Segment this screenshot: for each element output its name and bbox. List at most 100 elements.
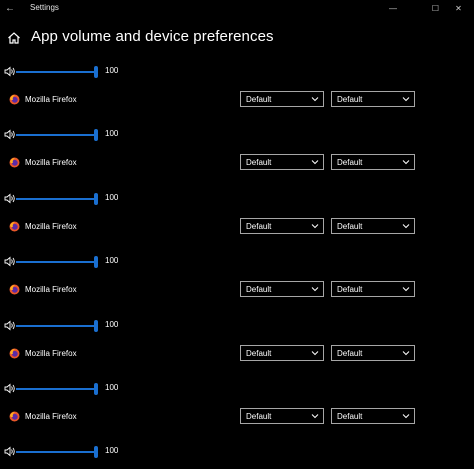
app-row: Mozilla Firefox Default Default bbox=[0, 345, 474, 363]
volume-value: 100 bbox=[105, 446, 119, 455]
speaker-icon[interactable] bbox=[4, 256, 16, 267]
output-device-dropdown[interactable]: Default bbox=[240, 281, 324, 297]
output-device-dropdown[interactable]: Default bbox=[240, 91, 324, 107]
chevron-down-icon bbox=[402, 97, 410, 102]
input-device-dropdown[interactable]: Default bbox=[331, 91, 415, 107]
page-title: App volume and device preferences bbox=[31, 28, 274, 45]
minimize-icon: — bbox=[389, 4, 397, 13]
speaker-icon[interactable] bbox=[4, 446, 16, 457]
output-device-value: Default bbox=[246, 95, 272, 104]
volume-slider-thumb[interactable] bbox=[94, 193, 98, 205]
chevron-down-icon bbox=[402, 160, 410, 165]
input-device-dropdown[interactable]: Default bbox=[331, 281, 415, 297]
volume-slider-thumb[interactable] bbox=[94, 256, 98, 268]
volume-value: 100 bbox=[105, 66, 119, 75]
input-device-dropdown[interactable]: Default bbox=[331, 408, 415, 424]
app-name: Mozilla Firefox bbox=[25, 95, 77, 104]
volume-row: 100 bbox=[0, 445, 140, 459]
volume-value: 100 bbox=[105, 193, 119, 202]
chevron-down-icon bbox=[311, 160, 319, 165]
firefox-icon bbox=[9, 411, 20, 422]
back-arrow-icon: ← bbox=[5, 3, 15, 14]
speaker-icon[interactable] bbox=[4, 129, 16, 140]
volume-slider-thumb[interactable] bbox=[94, 129, 98, 141]
volume-row: 100 bbox=[0, 319, 140, 333]
volume-value: 100 bbox=[105, 256, 119, 265]
minimize-button[interactable]: — bbox=[377, 0, 409, 17]
volume-slider-thumb[interactable] bbox=[94, 320, 98, 332]
chevron-down-icon bbox=[402, 414, 410, 419]
volume-row: 100 bbox=[0, 65, 140, 79]
input-device-value: Default bbox=[337, 285, 363, 294]
volume-slider-thumb[interactable] bbox=[94, 383, 98, 395]
app-name: Mozilla Firefox bbox=[25, 158, 77, 167]
chevron-down-icon bbox=[311, 224, 319, 229]
volume-value: 100 bbox=[105, 320, 119, 329]
volume-slider[interactable] bbox=[16, 451, 96, 453]
volume-row: 100 bbox=[0, 128, 140, 142]
app-row: Mozilla Firefox Default Default bbox=[0, 91, 474, 109]
volume-slider[interactable] bbox=[16, 325, 96, 327]
volume-slider[interactable] bbox=[16, 198, 96, 200]
input-device-value: Default bbox=[337, 222, 363, 231]
volume-row: 100 bbox=[0, 192, 140, 206]
settings-window: ← Settings — ☐ ✕ App volume and device p… bbox=[0, 0, 474, 469]
output-device-dropdown[interactable]: Default bbox=[240, 154, 324, 170]
input-device-dropdown[interactable]: Default bbox=[331, 218, 415, 234]
firefox-icon bbox=[9, 157, 20, 168]
volume-slider-thumb[interactable] bbox=[94, 66, 98, 78]
output-device-dropdown[interactable]: Default bbox=[240, 218, 324, 234]
app-row: Mozilla Firefox Default Default bbox=[0, 281, 474, 299]
output-device-dropdown[interactable]: Default bbox=[240, 408, 324, 424]
volume-slider[interactable] bbox=[16, 71, 96, 73]
close-icon: ✕ bbox=[455, 4, 462, 13]
title-bar: ← Settings — ☐ ✕ bbox=[0, 0, 474, 17]
output-device-value: Default bbox=[246, 222, 272, 231]
app-row: Mozilla Firefox Default Default bbox=[0, 154, 474, 172]
volume-value: 100 bbox=[105, 383, 119, 392]
chevron-down-icon bbox=[311, 97, 319, 102]
input-device-value: Default bbox=[337, 95, 363, 104]
output-device-value: Default bbox=[246, 349, 272, 358]
maximize-button[interactable]: ☐ bbox=[428, 0, 443, 17]
home-icon[interactable] bbox=[7, 31, 21, 45]
firefox-icon bbox=[9, 348, 20, 359]
output-device-value: Default bbox=[246, 158, 272, 167]
app-name: Mozilla Firefox bbox=[25, 412, 77, 421]
volume-slider-thumb[interactable] bbox=[94, 446, 98, 458]
output-device-value: Default bbox=[246, 285, 272, 294]
chevron-down-icon bbox=[311, 287, 319, 292]
input-device-dropdown[interactable]: Default bbox=[331, 345, 415, 361]
input-device-value: Default bbox=[337, 349, 363, 358]
app-name: Mozilla Firefox bbox=[25, 349, 77, 358]
app-row: Mozilla Firefox Default Default bbox=[0, 408, 474, 426]
input-device-value: Default bbox=[337, 158, 363, 167]
input-device-value: Default bbox=[337, 412, 363, 421]
chevron-down-icon bbox=[311, 351, 319, 356]
volume-slider[interactable] bbox=[16, 134, 96, 136]
maximize-icon: ☐ bbox=[431, 4, 440, 13]
speaker-icon[interactable] bbox=[4, 383, 16, 394]
firefox-icon bbox=[9, 221, 20, 232]
chevron-down-icon bbox=[402, 351, 410, 356]
chevron-down-icon bbox=[311, 414, 319, 419]
volume-value: 100 bbox=[105, 129, 119, 138]
chevron-down-icon bbox=[402, 287, 410, 292]
chevron-down-icon bbox=[402, 224, 410, 229]
app-name: Mozilla Firefox bbox=[25, 285, 77, 294]
volume-slider[interactable] bbox=[16, 388, 96, 390]
firefox-icon bbox=[9, 284, 20, 295]
speaker-icon[interactable] bbox=[4, 66, 16, 77]
output-device-value: Default bbox=[246, 412, 272, 421]
app-row: Mozilla Firefox Default Default bbox=[0, 218, 474, 236]
volume-row: 100 bbox=[0, 255, 140, 269]
speaker-icon[interactable] bbox=[4, 320, 16, 331]
close-button[interactable]: ✕ bbox=[443, 0, 474, 17]
app-name: Mozilla Firefox bbox=[25, 222, 77, 231]
speaker-icon[interactable] bbox=[4, 193, 16, 204]
back-button[interactable]: ← bbox=[0, 0, 20, 17]
input-device-dropdown[interactable]: Default bbox=[331, 154, 415, 170]
window-title: Settings bbox=[30, 3, 59, 12]
output-device-dropdown[interactable]: Default bbox=[240, 345, 324, 361]
volume-slider[interactable] bbox=[16, 261, 96, 263]
